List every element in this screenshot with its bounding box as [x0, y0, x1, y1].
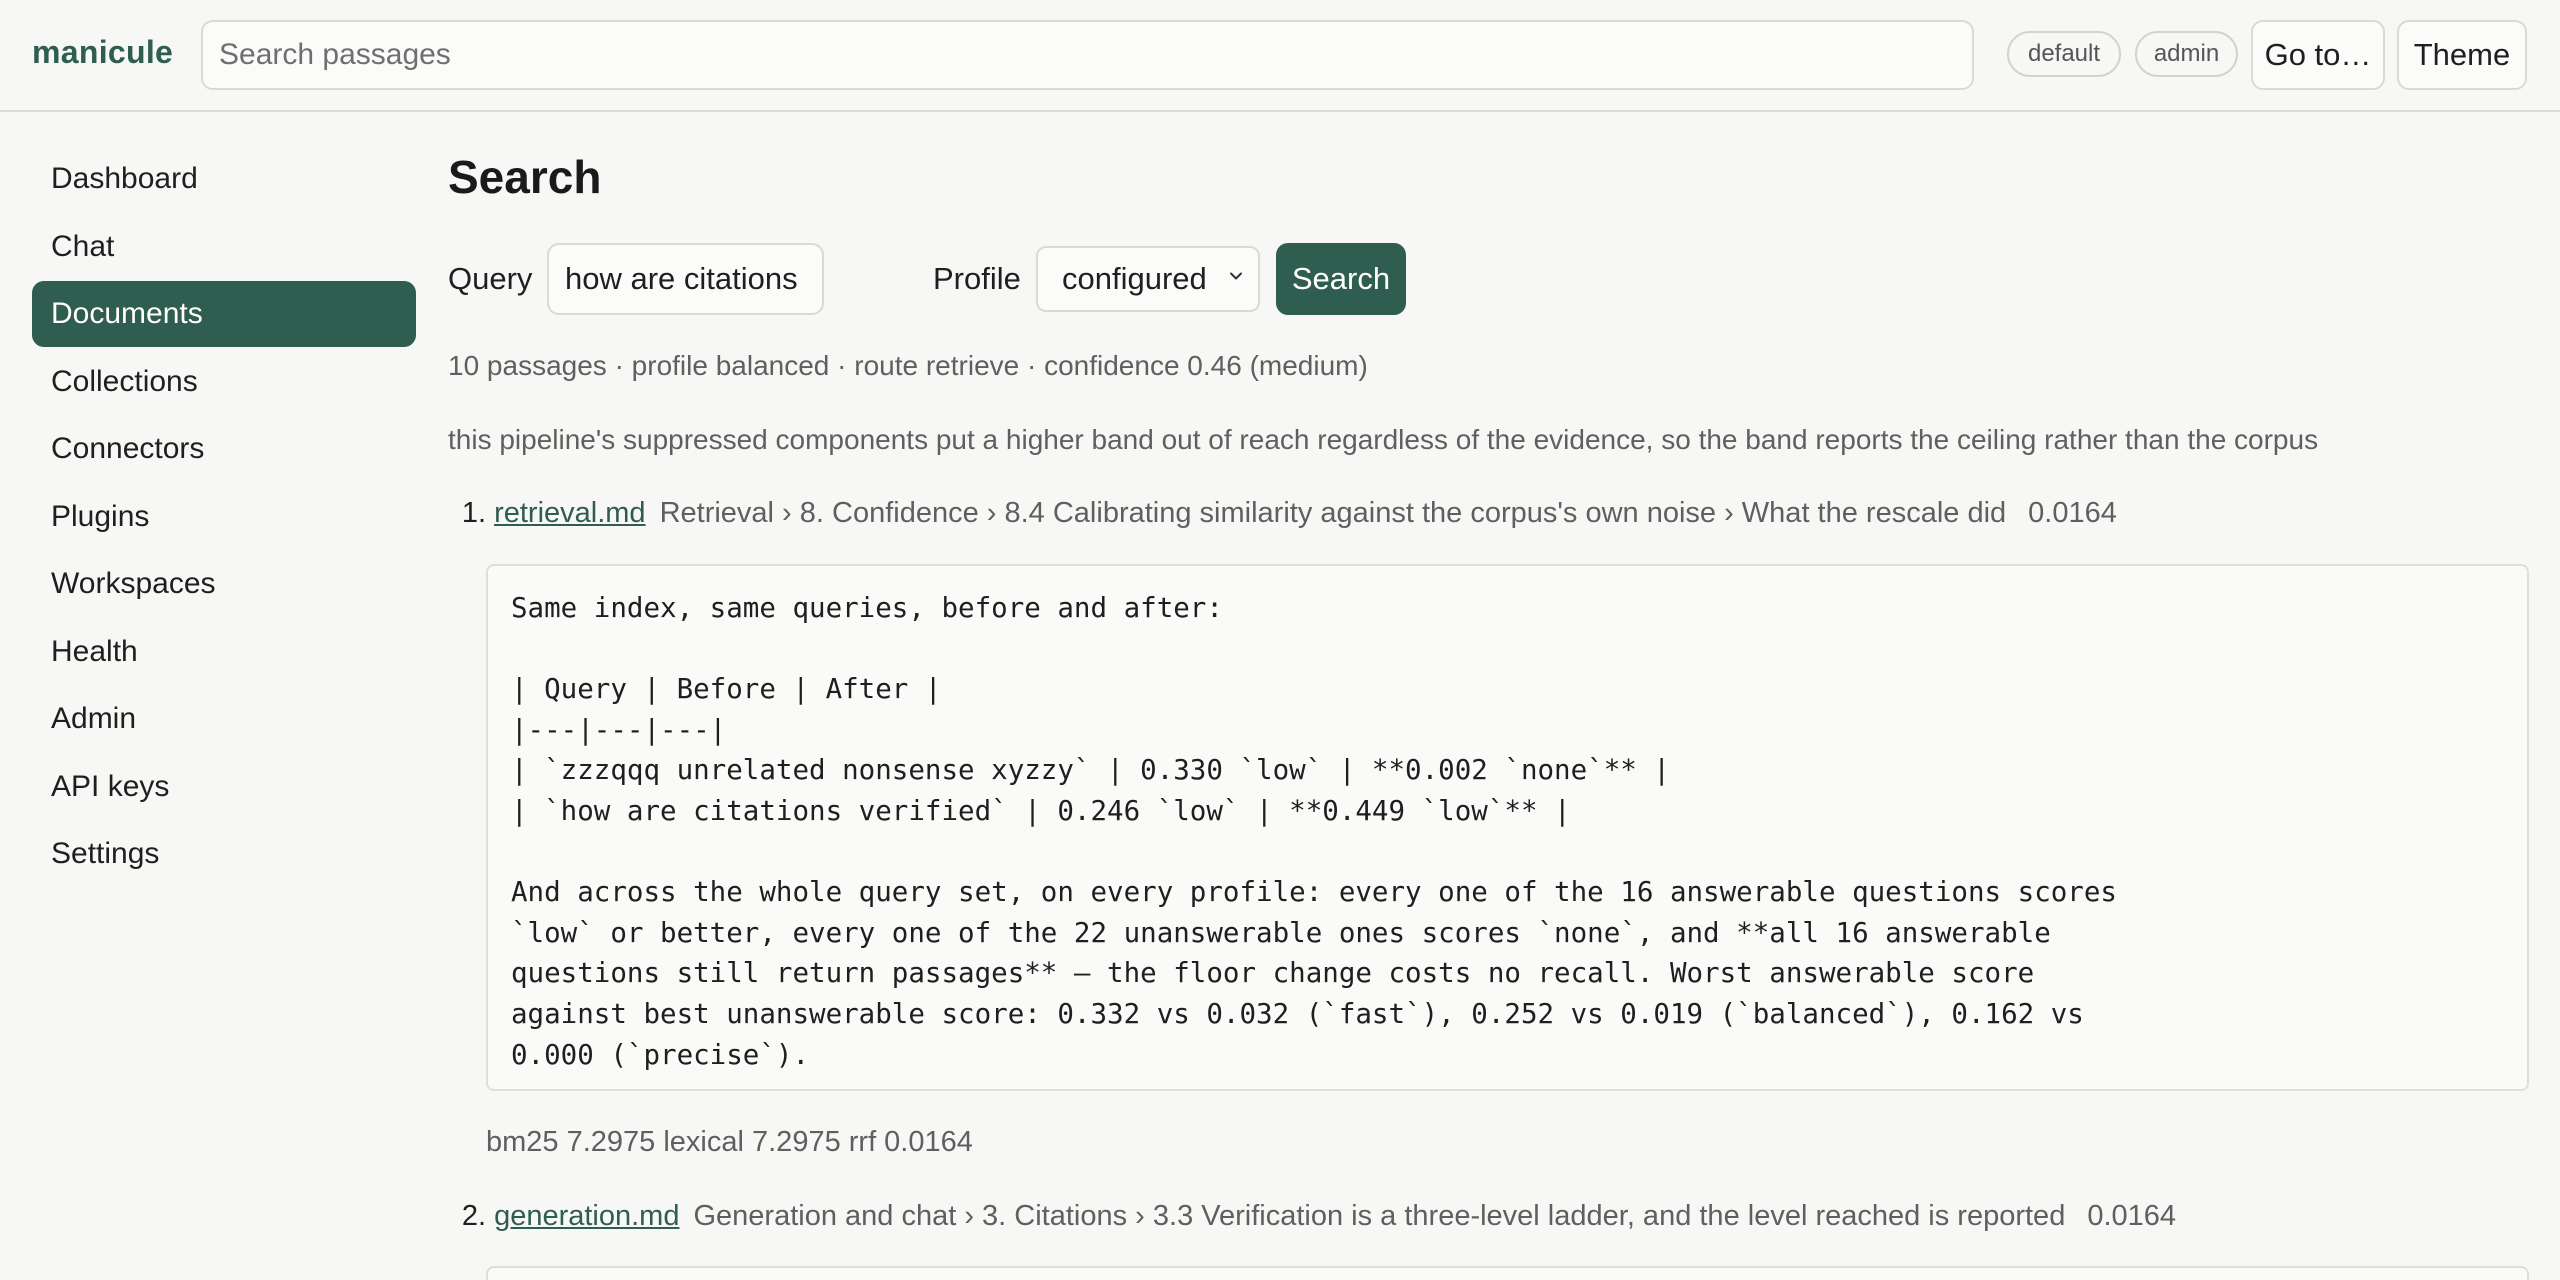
- query-input[interactable]: [547, 243, 824, 315]
- sidebar-item-collections[interactable]: Collections: [32, 349, 416, 415]
- result-header: 1. retrieval.md Retrieval › 8. Confidence…: [448, 497, 2117, 530]
- sidebar-item-settings[interactable]: Settings: [32, 821, 416, 887]
- result-score: 0.0164: [2028, 497, 2117, 529]
- sidebar-item-dashboard[interactable]: Dashboard: [32, 146, 416, 212]
- brand-logo[interactable]: manicule: [32, 34, 173, 71]
- result-number: 1.: [461, 497, 486, 529]
- search-button[interactable]: Search: [1276, 243, 1406, 315]
- result-header: 2. generation.md Generation and chat › 3.…: [448, 1200, 2176, 1233]
- profile-label: Profile: [933, 261, 1021, 296]
- result-passage: [486, 1266, 2529, 1280]
- result-file-link[interactable]: retrieval.md: [494, 497, 646, 529]
- result-breadcrumb: Retrieval › 8. Confidence › 8.4 Calibrat…: [659, 497, 2007, 529]
- query-label: Query: [448, 261, 533, 296]
- sidebar-item-connectors[interactable]: Connectors: [32, 416, 416, 482]
- profile-select[interactable]: configured: [1036, 246, 1260, 312]
- sidebar-item-admin[interactable]: Admin: [32, 686, 416, 752]
- main-content: Search Query Profile configured Search 1…: [448, 0, 2529, 1280]
- sidebar-item-health[interactable]: Health: [32, 619, 416, 685]
- result-number: 2.: [461, 1200, 486, 1232]
- sidebar-item-api-keys[interactable]: API keys: [32, 754, 416, 820]
- sidebar: Dashboard Chat Documents Collections Con…: [32, 146, 416, 889]
- result-passage: Same index, same queries, before and aft…: [486, 564, 2529, 1091]
- result-file-link[interactable]: generation.md: [494, 1200, 679, 1232]
- search-form: Query Profile configured Search: [448, 243, 1648, 315]
- profile-select-value: configured: [1062, 261, 1207, 296]
- result-breadcrumb: Generation and chat › 3. Citations › 3.3…: [693, 1200, 2066, 1232]
- sidebar-item-chat[interactable]: Chat: [32, 214, 416, 280]
- page-title: Search: [448, 151, 602, 203]
- results-summary: 10 passages · profile balanced · route r…: [448, 350, 1368, 381]
- sidebar-item-documents[interactable]: Documents: [32, 281, 416, 347]
- result-score-breakdown: bm25 7.2975 lexical 7.2975 rrf 0.0164: [486, 1126, 973, 1158]
- sidebar-item-plugins[interactable]: Plugins: [32, 484, 416, 550]
- confidence-note: this pipeline's suppressed components pu…: [448, 424, 2319, 455]
- sidebar-item-workspaces[interactable]: Workspaces: [32, 551, 416, 617]
- result-score: 0.0164: [2087, 1200, 2177, 1232]
- chevron-down-icon: [1230, 272, 1242, 280]
